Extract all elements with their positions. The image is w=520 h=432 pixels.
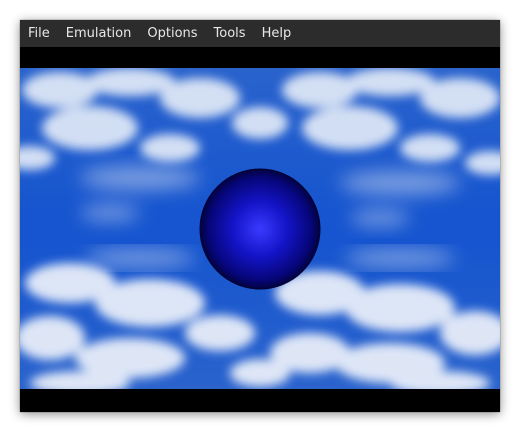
menu-file[interactable]: File (20, 20, 58, 47)
emulator-screen[interactable] (20, 47, 500, 412)
menu-tools[interactable]: Tools (206, 20, 254, 47)
emulator-window: File Emulation Options Tools Help (20, 20, 500, 412)
menu-options[interactable]: Options (139, 20, 205, 47)
sky-scene (20, 68, 500, 389)
game-viewport[interactable] (20, 68, 500, 389)
blue-sphere (199, 168, 321, 290)
menu-help[interactable]: Help (254, 20, 300, 47)
menu-emulation[interactable]: Emulation (58, 20, 140, 47)
menu-bar: File Emulation Options Tools Help (20, 20, 500, 47)
